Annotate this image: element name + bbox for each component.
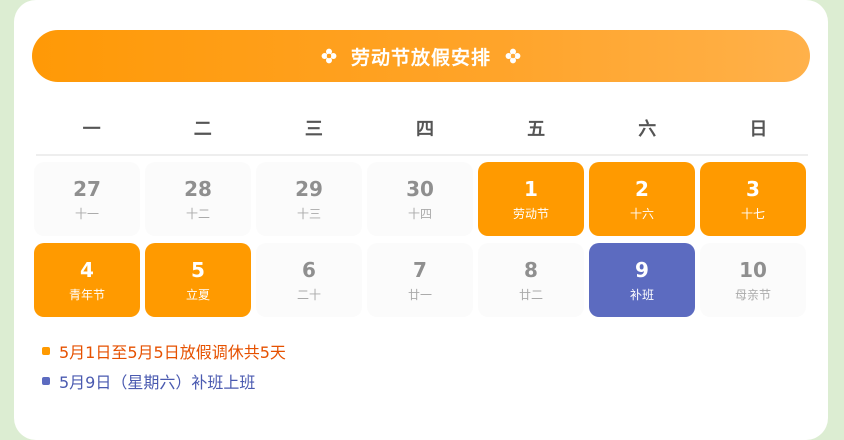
- day-cell[interactable]: 8 廿二: [478, 243, 584, 317]
- day-number: 4: [80, 258, 94, 282]
- note-text: 5月9日（星期六）补班上班: [59, 373, 256, 392]
- weekday-label: 四: [415, 119, 434, 140]
- weekday-label: 二: [193, 119, 212, 140]
- day-number: 28: [184, 177, 212, 201]
- notes-list: 5月1日至5月5日放假调休共5天 5月9日（星期六）补班上班: [42, 336, 286, 396]
- day-cell[interactable]: 10 母亲节: [700, 243, 806, 317]
- holiday-marker-icon: [42, 347, 50, 355]
- flower-icon: [321, 48, 337, 64]
- day-number: 8: [524, 258, 538, 282]
- lunar-date: 二十: [296, 288, 321, 302]
- weekday-label: 六: [638, 119, 657, 140]
- lunar-date: 立夏: [185, 288, 210, 302]
- holiday-calendar-card: 劳动节放假安排 一 二 三 四 五 六 日 27 十一 28 十二 29 十三 30 十…: [14, 0, 828, 440]
- day-cell[interactable]: 3 十七: [700, 162, 806, 236]
- day-number: 27: [73, 177, 101, 201]
- day-cell[interactable]: 7 廿一: [367, 243, 473, 317]
- day-number: 7: [413, 258, 427, 282]
- day-number: 2: [635, 177, 649, 201]
- header-divider: [36, 154, 808, 156]
- day-cell[interactable]: 4 青年节: [34, 243, 140, 317]
- workday-marker-icon: [42, 377, 50, 385]
- weekday-label: 五: [527, 119, 546, 140]
- lunar-date: 十三: [296, 207, 321, 221]
- day-cell[interactable]: 30 十四: [367, 162, 473, 236]
- day-cell[interactable]: 9 补班: [589, 243, 695, 317]
- note-item-holiday: 5月1日至5月5日放假调休共5天: [42, 336, 286, 366]
- day-number: 5: [191, 258, 205, 282]
- lunar-date: 青年节: [68, 288, 105, 302]
- day-cell[interactable]: 29 十三: [256, 162, 362, 236]
- lunar-date: 廿二: [518, 288, 543, 302]
- lunar-date: 十七: [740, 207, 765, 221]
- weekday-header: 一 二 三 四 五 六 日: [36, 112, 814, 148]
- day-cell[interactable]: 28 十二: [145, 162, 251, 236]
- day-number: 30: [406, 177, 434, 201]
- note-item-workday: 5月9日（星期六）补班上班: [42, 366, 286, 396]
- day-number: 3: [746, 177, 760, 201]
- lunar-date: 十六: [629, 207, 654, 221]
- day-cell[interactable]: 5 立夏: [145, 243, 251, 317]
- day-number: 29: [295, 177, 323, 201]
- note-text: 5月1日至5月5日放假调休共5天: [59, 343, 286, 362]
- lunar-date: 补班: [629, 288, 654, 302]
- day-cell[interactable]: 6 二十: [256, 243, 362, 317]
- weekday-label: 三: [304, 119, 323, 140]
- day-number: 6: [302, 258, 316, 282]
- lunar-date: 母亲节: [734, 288, 771, 302]
- lunar-date: 劳动节: [512, 207, 549, 221]
- lunar-date: 十一: [74, 207, 99, 221]
- day-cell[interactable]: 27 十一: [34, 162, 140, 236]
- banner-title: 劳动节放假安排: [350, 46, 491, 69]
- day-number: 10: [739, 258, 767, 282]
- title-banner: 劳动节放假安排: [32, 30, 810, 82]
- lunar-date: 十二: [185, 207, 210, 221]
- day-cell[interactable]: 1 劳动节: [478, 162, 584, 236]
- day-cell[interactable]: 2 十六: [589, 162, 695, 236]
- day-number: 9: [635, 258, 649, 282]
- lunar-date: 廿一: [407, 288, 432, 302]
- lunar-date: 十四: [407, 207, 432, 221]
- weekday-label: 日: [749, 119, 768, 140]
- weekday-label: 一: [82, 119, 101, 140]
- day-number: 1: [524, 177, 538, 201]
- flower-icon: [505, 48, 521, 64]
- calendar-grid: 27 十一 28 十二 29 十三 30 十四 1 劳动节 2 十六 3 十七 4 青年节 5 立…: [34, 162, 810, 317]
